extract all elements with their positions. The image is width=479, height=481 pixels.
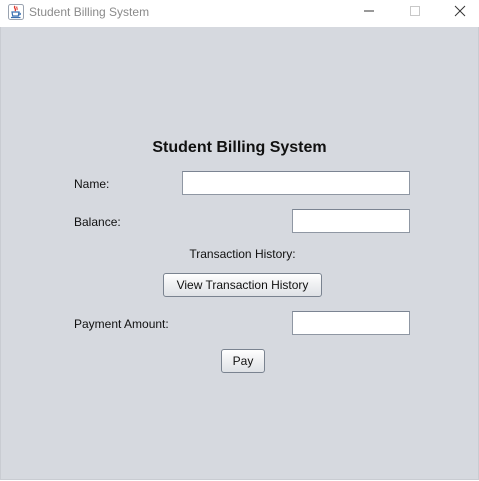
name-field[interactable] xyxy=(182,171,410,195)
title-bar[interactable]: Student Billing System xyxy=(0,0,479,26)
minimize-button[interactable] xyxy=(346,0,392,26)
window-title: Student Billing System xyxy=(29,5,150,19)
view-transaction-history-button[interactable]: View Transaction History xyxy=(163,273,322,297)
form-title: Student Billing System xyxy=(152,139,327,156)
name-label: Name: xyxy=(74,177,110,191)
balance-field[interactable] xyxy=(292,209,410,233)
application-window: Student Billing System Student Billing S… xyxy=(0,0,479,481)
close-icon xyxy=(454,4,466,22)
minimize-icon xyxy=(363,4,375,22)
payment-amount-label: Payment Amount: xyxy=(74,317,169,331)
balance-label: Balance: xyxy=(74,215,121,229)
close-button[interactable] xyxy=(437,0,479,26)
payment-amount-field[interactable] xyxy=(292,311,410,335)
content-panel: Student Billing System Name: Balance: Tr… xyxy=(0,27,479,480)
java-cup-icon xyxy=(8,4,24,20)
maximize-icon xyxy=(409,4,421,22)
pay-button[interactable]: Pay xyxy=(221,349,265,373)
transaction-history-label: Transaction History: xyxy=(189,247,296,261)
maximize-button[interactable] xyxy=(392,0,438,26)
